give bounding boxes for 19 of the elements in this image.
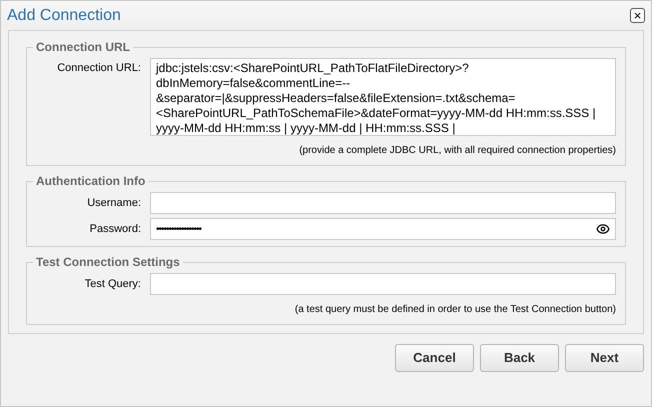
hint-text: (a test query must be defined in order to use the Test Connection button) [294, 303, 616, 317]
section-legend: Test Connection Settings [33, 253, 183, 271]
field-label: Username: [86, 196, 142, 211]
input-field[interactable] [150, 273, 616, 295]
field-label: Test Query: [84, 276, 142, 292]
dialog-button[interactable]: Back [480, 344, 559, 372]
hint-text: (provide a complete JDBC URL, with all required connection properties) [299, 144, 616, 158]
field-label: Password: [88, 222, 142, 237]
window-title: Add Connection [7, 6, 121, 26]
dialog-button[interactable]: Cancel [395, 344, 474, 372]
close-button[interactable]: × [630, 8, 645, 23]
section-legend: Authentication Info [33, 172, 148, 190]
field-label: Connection URL: [56, 61, 142, 76]
password-field[interactable]: •••••••••••••••••• [150, 218, 616, 240]
input-field[interactable] [150, 192, 616, 214]
section-legend: Connection URL [33, 38, 133, 56]
dialog-button[interactable]: Next [565, 344, 644, 372]
url-textarea[interactable]: jdbc:jstels:csv:<SharePointURL_PathToFlatFileDirectory>? dbInMemory=false&commentLine=-- &separator=|&suppressHeaders=false&fileExtension=.txt&schema= <SharePointURL_PathToSchemaFile>&dateFormat=yyyy-MM-dd HH:mm:ss.SSS | yyyy-MM-dd HH:mm:ss | yyyy-MM-dd | HH:mm:ss.SSS | [150, 58, 616, 136]
show-password-icon[interactable] [596, 222, 610, 236]
